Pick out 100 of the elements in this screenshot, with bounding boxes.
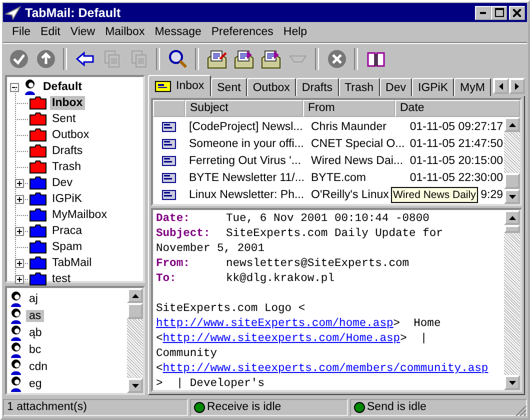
scrollbar[interactable]	[504, 117, 520, 204]
scroll-thumb[interactable]	[504, 225, 520, 233]
mailbox-tab[interactable]: Dev	[380, 78, 412, 96]
person-icon	[9, 290, 23, 306]
minimize-icon	[480, 12, 486, 14]
table-cell-text: BYTE Newsletter 11/...	[188, 172, 306, 184]
body-text: > |	[400, 333, 428, 345]
status-dot-icon	[194, 402, 205, 412]
header-line: From: newsletters@SiteExperts.com	[156, 257, 410, 272]
contact-item[interactable]: aj	[26, 292, 41, 304]
right-arrow-icon	[515, 82, 519, 90]
expand-icon[interactable]	[15, 258, 24, 268]
scroll-thumb[interactable]	[504, 173, 520, 189]
contact-item[interactable]: as	[26, 310, 44, 322]
table-cell: 01-11-05 09:27:17	[410, 120, 503, 132]
minimize-button[interactable]	[475, 6, 491, 20]
mailbox-tab[interactable]: MyM	[454, 78, 491, 96]
contact-item[interactable]: ąb	[26, 326, 45, 338]
folder-item[interactable]: Sent	[50, 112, 78, 126]
person-icon	[9, 376, 23, 392]
menu-item[interactable]: View	[65, 26, 100, 38]
close-circle-icon	[326, 48, 348, 70]
envelope-icon	[162, 172, 176, 182]
down-arrow-icon	[132, 384, 138, 388]
table-cell: CNET Special O...	[311, 138, 405, 150]
folder-item[interactable]: Dev	[50, 176, 74, 190]
envelope-icon	[260, 48, 282, 70]
close-button[interactable]	[509, 6, 525, 20]
envelope-icon	[155, 80, 171, 92]
up-arrow-icon	[508, 216, 516, 220]
scrollbar[interactable]	[504, 210, 520, 390]
link[interactable]: http://www.siteExperts.com/home.asp	[156, 318, 394, 330]
folder-item[interactable]: Praca	[50, 224, 84, 238]
envelope-icon	[162, 122, 176, 132]
tooltip: Wired News Daily	[391, 187, 478, 203]
menu-item[interactable]: Mailbox	[100, 26, 150, 38]
menu-item[interactable]: Preferences	[206, 26, 278, 38]
up-arrow-icon	[508, 122, 516, 126]
menu-item[interactable]: File	[7, 26, 36, 38]
mailbox-tab[interactable]: Outbox	[246, 78, 296, 96]
folder-item[interactable]: Drafts	[50, 144, 85, 158]
status-attachments: 1 attachment(s)	[3, 398, 188, 416]
column-header[interactable]: From	[303, 100, 395, 117]
table-cell-text: Someone in your offi...	[188, 138, 305, 150]
expand-icon[interactable]	[15, 274, 24, 284]
paper-plane-icon	[5, 6, 21, 20]
person-icon	[23, 79, 37, 95]
left-arrow-icon	[499, 82, 503, 90]
column-header[interactable]: Date	[395, 100, 520, 117]
folder-item[interactable]: Spam	[50, 240, 84, 254]
body-text: <	[156, 363, 163, 375]
tray-icon	[288, 55, 306, 63]
window-title: TabMail: Default	[25, 6, 122, 20]
scroll-thumb[interactable]	[127, 303, 143, 319]
check-circle-icon	[8, 48, 30, 70]
menu-item[interactable]: Help	[278, 26, 312, 38]
maximize-button[interactable]	[491, 6, 507, 20]
expand-icon[interactable]	[15, 194, 24, 204]
contact-item[interactable]: cdn	[26, 360, 51, 372]
folder-item[interactable]: Trash	[50, 160, 83, 174]
contact-item[interactable]: bc	[26, 344, 44, 356]
mailbox-tab[interactable]: Sent	[211, 78, 247, 96]
menu-item[interactable]: Message	[150, 26, 206, 38]
table-cell-text: Linux Newsletter: Ph...	[188, 188, 306, 200]
folder-item[interactable]: Outbox	[50, 128, 92, 142]
table-cell: 01-11-05 20:15:00	[410, 154, 503, 166]
table-cell: BYTE.com	[311, 172, 366, 184]
contact-item[interactable]: eg	[26, 378, 45, 390]
folder-item[interactable]: Inbox	[50, 96, 85, 110]
expand-icon[interactable]	[15, 226, 24, 236]
account-name[interactable]: Default	[41, 80, 84, 94]
mailbox-tab[interactable]: Drafts	[296, 78, 339, 96]
mailbox-tab[interactable]: Inbox	[148, 75, 212, 96]
link[interactable]: http://www.siteexperts.com/members/community.asp	[162, 363, 488, 375]
menu-item[interactable]: Edit	[36, 26, 66, 38]
folder-item[interactable]: TabMail	[50, 256, 94, 270]
folder-item[interactable]: test	[50, 272, 73, 286]
folder-item[interactable]: IGPiK	[50, 192, 84, 206]
status-dot-icon	[354, 402, 365, 412]
folder-item[interactable]: MyMailbox	[50, 208, 109, 222]
scroll-right-button[interactable]	[509, 78, 525, 94]
table-cell: Wired News Dai...	[311, 154, 404, 166]
receive-status: Receive is idle	[207, 401, 282, 413]
link[interactable]: http://www.siteexperts.com/Home.asp	[162, 333, 400, 345]
scroll-left-button[interactable]	[493, 78, 509, 94]
envelope-icon	[232, 48, 254, 70]
expand-icon[interactable]	[15, 178, 24, 188]
mailbox-tab[interactable]: Trash	[338, 78, 380, 96]
body-text: <	[156, 333, 163, 345]
person-icon	[9, 324, 23, 340]
mailbox-tab[interactable]: IGPiK	[412, 78, 454, 96]
column-header[interactable]: Subject	[185, 100, 303, 117]
down-arrow-icon	[508, 380, 516, 384]
body-text: > Home	[393, 318, 441, 330]
collapse-icon[interactable]	[10, 82, 19, 92]
up-arrow-circle-icon	[34, 48, 56, 70]
table-cell: 01-11-05 21:47:50	[410, 138, 503, 150]
scrollbar[interactable]	[127, 288, 143, 393]
person-icon	[9, 308, 23, 324]
down-arrow-icon	[508, 194, 516, 198]
